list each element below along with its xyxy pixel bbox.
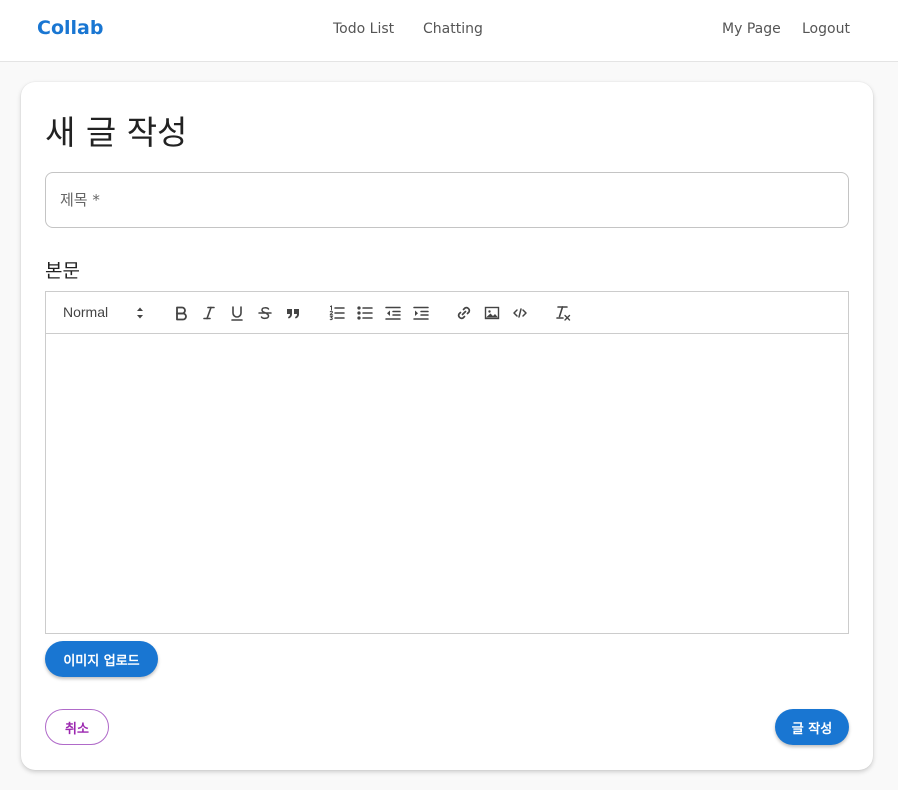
italic-button[interactable]: [199, 303, 219, 323]
strikethrough-button[interactable]: [255, 303, 275, 323]
bullet-list-icon: [357, 306, 373, 320]
title-input[interactable]: [46, 173, 848, 227]
clear-format-icon: [556, 306, 571, 321]
top-navbar: Collab Todo List Chatting My Page Logout: [0, 0, 898, 62]
code-button[interactable]: [510, 303, 530, 323]
page-title: 새 글 작성: [45, 113, 188, 152]
cancel-button[interactable]: 취소: [45, 709, 109, 745]
upload-image-button[interactable]: 이미지 업로드: [45, 641, 158, 677]
underline-icon: [231, 306, 243, 321]
outdent-button[interactable]: [383, 303, 403, 323]
format-select[interactable]: Normal: [62, 303, 150, 323]
post-form-card: 새 글 작성 본문 Normal: [21, 82, 873, 770]
code-icon: [513, 308, 527, 318]
italic-icon: [203, 306, 215, 320]
nav-chatting-link[interactable]: Chatting: [423, 21, 483, 37]
indent-button[interactable]: [411, 303, 431, 323]
nav-todo-list-link[interactable]: Todo List: [333, 21, 394, 37]
indent-icon: [413, 306, 429, 320]
image-button[interactable]: [482, 303, 502, 323]
submit-post-button[interactable]: 글 작성: [775, 709, 849, 745]
link-button[interactable]: [454, 303, 474, 323]
link-icon: [457, 306, 471, 320]
body-label: 본문: [45, 260, 80, 282]
format-select-value: Normal: [63, 304, 109, 320]
ordered-list-button[interactable]: [327, 303, 347, 323]
brand-logo-link[interactable]: Collab: [37, 17, 103, 39]
editor-toolbar: Normal: [46, 292, 848, 334]
editor-content-area[interactable]: [46, 334, 848, 633]
nav-logout-link[interactable]: Logout: [802, 21, 850, 37]
underline-button[interactable]: [227, 303, 247, 323]
rich-text-editor: Normal: [45, 291, 849, 634]
blockquote-icon: [287, 309, 299, 319]
bold-button[interactable]: [171, 303, 191, 323]
bold-icon: [176, 306, 187, 321]
nav-my-page-link[interactable]: My Page: [722, 21, 781, 37]
blockquote-button[interactable]: [283, 303, 303, 323]
outdent-icon: [385, 306, 401, 320]
clear-format-button[interactable]: [553, 303, 573, 323]
ordered-list-icon: [329, 305, 345, 321]
title-field: [45, 172, 849, 228]
image-icon: [484, 306, 500, 320]
strikethrough-icon: [258, 307, 272, 320]
bullet-list-button[interactable]: [355, 303, 375, 323]
select-arrows-icon: [137, 307, 143, 319]
